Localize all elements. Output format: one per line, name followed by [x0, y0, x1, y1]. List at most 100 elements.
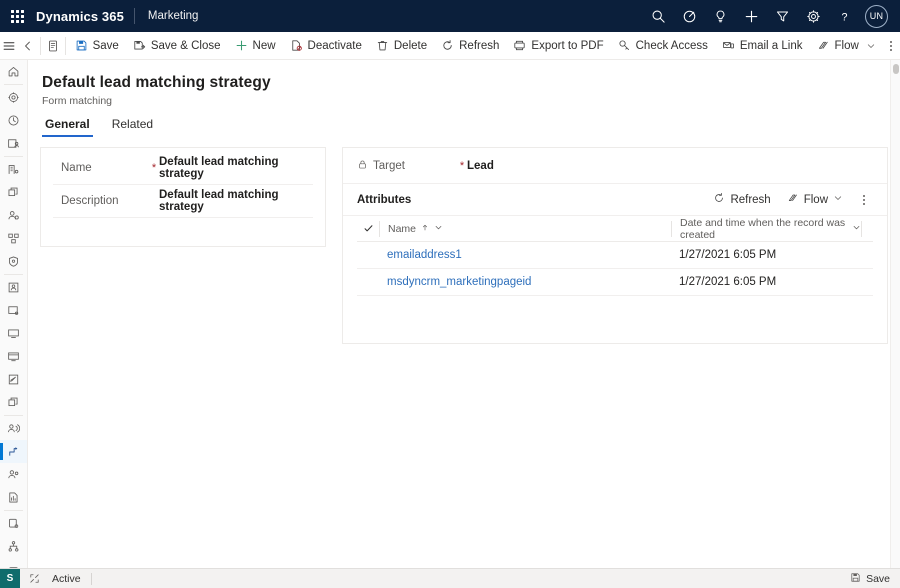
chevron-down-icon[interactable]: [434, 223, 443, 235]
plus-icon: [235, 39, 248, 52]
check-access-label: Check Access: [635, 39, 708, 52]
subgrid-flow-label: Flow: [803, 193, 828, 206]
focus-target-icon[interactable]: [674, 0, 705, 32]
site-map-toggle-button[interactable]: [0, 32, 19, 60]
attributes-grid: Name Date and time when the record was c…: [343, 216, 887, 296]
attribute-created-on: 1/27/2021 6:05 PM: [679, 276, 777, 288]
sidebar-item-contacts[interactable]: [0, 132, 27, 155]
sidebar-item-settings[interactable]: [0, 86, 27, 109]
target-required-indicator: *: [459, 159, 465, 172]
sidebar-item-recent[interactable]: [0, 109, 27, 132]
status-separator: [90, 572, 92, 585]
refresh-button[interactable]: Refresh: [434, 32, 506, 60]
sidebar-item-customer-voice[interactable]: [0, 417, 27, 440]
gear-icon[interactable]: [798, 0, 829, 32]
scrollbar-thumb[interactable]: [893, 64, 899, 74]
sidebar-item-home[interactable]: [0, 60, 27, 83]
tab-general[interactable]: General: [42, 117, 93, 137]
column-header-created-on[interactable]: Date and time when the record was create…: [671, 217, 861, 241]
delete-button[interactable]: Delete: [369, 32, 434, 60]
lock-icon: [357, 159, 368, 173]
column-header-name-label: Name: [388, 222, 417, 235]
page-title: Default lead matching strategy: [42, 74, 271, 91]
status-save-button[interactable]: Save: [850, 572, 900, 586]
sidebar-item-websites[interactable]: [0, 345, 27, 368]
save-button[interactable]: Save: [68, 32, 126, 60]
attribute-name-link[interactable]: emailaddress1: [357, 249, 671, 261]
sidebar-item-toggle[interactable]: [0, 558, 27, 568]
lightbulb-icon[interactable]: [705, 0, 736, 32]
select-all-checkbox[interactable]: [357, 223, 379, 234]
sidebar-item-database[interactable]: [0, 512, 27, 535]
plus-icon[interactable]: [736, 0, 767, 32]
flow-icon: [787, 192, 799, 207]
status-badge: S: [0, 568, 20, 588]
table-row[interactable]: emailaddress1 1/27/2021 6:05 PM: [357, 242, 873, 269]
check-access-button[interactable]: Check Access: [611, 32, 715, 60]
avatar[interactable]: UN: [865, 4, 888, 28]
new-button[interactable]: New: [228, 32, 283, 60]
table-row[interactable]: msdyncrm_marketingpageid 1/27/2021 6:05 …: [357, 269, 873, 296]
sidebar-item-forms[interactable]: [0, 276, 27, 299]
name-field-row: Name * Default lead matching strategy: [53, 152, 313, 185]
expand-icon[interactable]: [20, 573, 48, 584]
column-header-created-on-label: Date and time when the record was create…: [680, 216, 846, 241]
sidebar-item-matching-strategy[interactable]: [0, 440, 27, 463]
email-a-link-button[interactable]: Email a Link: [715, 32, 810, 60]
attributes-title: Attributes: [357, 193, 412, 206]
app-name-label[interactable]: Marketing: [135, 10, 199, 22]
form-icon-button[interactable]: [43, 32, 63, 60]
column-header-name[interactable]: Name: [379, 220, 671, 237]
status-bar: S Active Save: [0, 568, 900, 588]
sidebar-item-leads[interactable]: [0, 204, 27, 227]
target-label-text: Target: [373, 159, 405, 172]
svg-text:?: ?: [842, 11, 848, 23]
flow-button[interactable]: Flow: [810, 32, 883, 60]
sidebar-item-surveys[interactable]: [0, 368, 27, 391]
save-and-close-button[interactable]: Save & Close: [126, 32, 228, 60]
subgrid-overflow-button[interactable]: [851, 186, 877, 214]
sidebar-item-security[interactable]: [0, 250, 27, 273]
chevron-down-icon: [833, 193, 843, 206]
sidebar-item-hierarchy[interactable]: [0, 535, 27, 558]
vertical-scrollbar[interactable]: [890, 60, 900, 568]
command-overflow-button[interactable]: [883, 32, 900, 60]
form-tabs: General Related: [28, 107, 900, 137]
flow-button-label: Flow: [834, 39, 859, 52]
flow-icon: [817, 39, 830, 52]
search-icon[interactable]: [643, 0, 674, 32]
subgrid-refresh-button[interactable]: Refresh: [705, 187, 778, 213]
sidebar-item-segments[interactable]: [0, 181, 27, 204]
sidebar-item-pages[interactable]: [0, 299, 27, 322]
refresh-icon: [713, 192, 725, 207]
sidebar-item-templates[interactable]: [0, 322, 27, 345]
sidebar-item-stacks[interactable]: [0, 391, 27, 414]
subgrid-refresh-label: Refresh: [730, 193, 771, 206]
filter-icon[interactable]: [767, 0, 798, 32]
name-field-value[interactable]: Default lead matching strategy: [159, 156, 313, 180]
sidebar-item-accounts[interactable]: [0, 158, 27, 181]
brand-title[interactable]: Dynamics 365: [34, 9, 134, 24]
attribute-name-link[interactable]: msdyncrm_marketingpageid: [357, 276, 671, 288]
app-launcher-button[interactable]: [0, 0, 34, 32]
name-field-label: Name: [61, 162, 92, 174]
save-icon: [850, 572, 861, 586]
back-arrow-button[interactable]: [19, 32, 39, 60]
description-field-value[interactable]: Default lead matching strategy: [159, 189, 313, 213]
sidebar-item-reports[interactable]: [0, 486, 27, 509]
sidebar-item-audience[interactable]: [0, 463, 27, 486]
subgrid-flow-button[interactable]: Flow: [779, 187, 851, 213]
chevron-down-icon[interactable]: [852, 223, 861, 235]
target-field-value[interactable]: Lead: [467, 160, 494, 172]
save-icon: [75, 39, 88, 52]
deactivate-button[interactable]: Deactivate: [283, 32, 369, 60]
form-content: Default lead matching strategy Form matc…: [28, 60, 900, 568]
attribute-created-on: 1/27/2021 6:05 PM: [679, 249, 777, 261]
sidebar-item-journeys[interactable]: [0, 227, 27, 250]
refresh-button-label: Refresh: [459, 39, 500, 52]
form-columns: Name * Default lead matching strategy De…: [28, 137, 900, 344]
grid-header-end: [861, 220, 873, 237]
tab-related[interactable]: Related: [109, 117, 156, 137]
help-icon[interactable]: ?: [829, 0, 860, 32]
export-to-pdf-button[interactable]: Export to PDF: [506, 32, 610, 60]
